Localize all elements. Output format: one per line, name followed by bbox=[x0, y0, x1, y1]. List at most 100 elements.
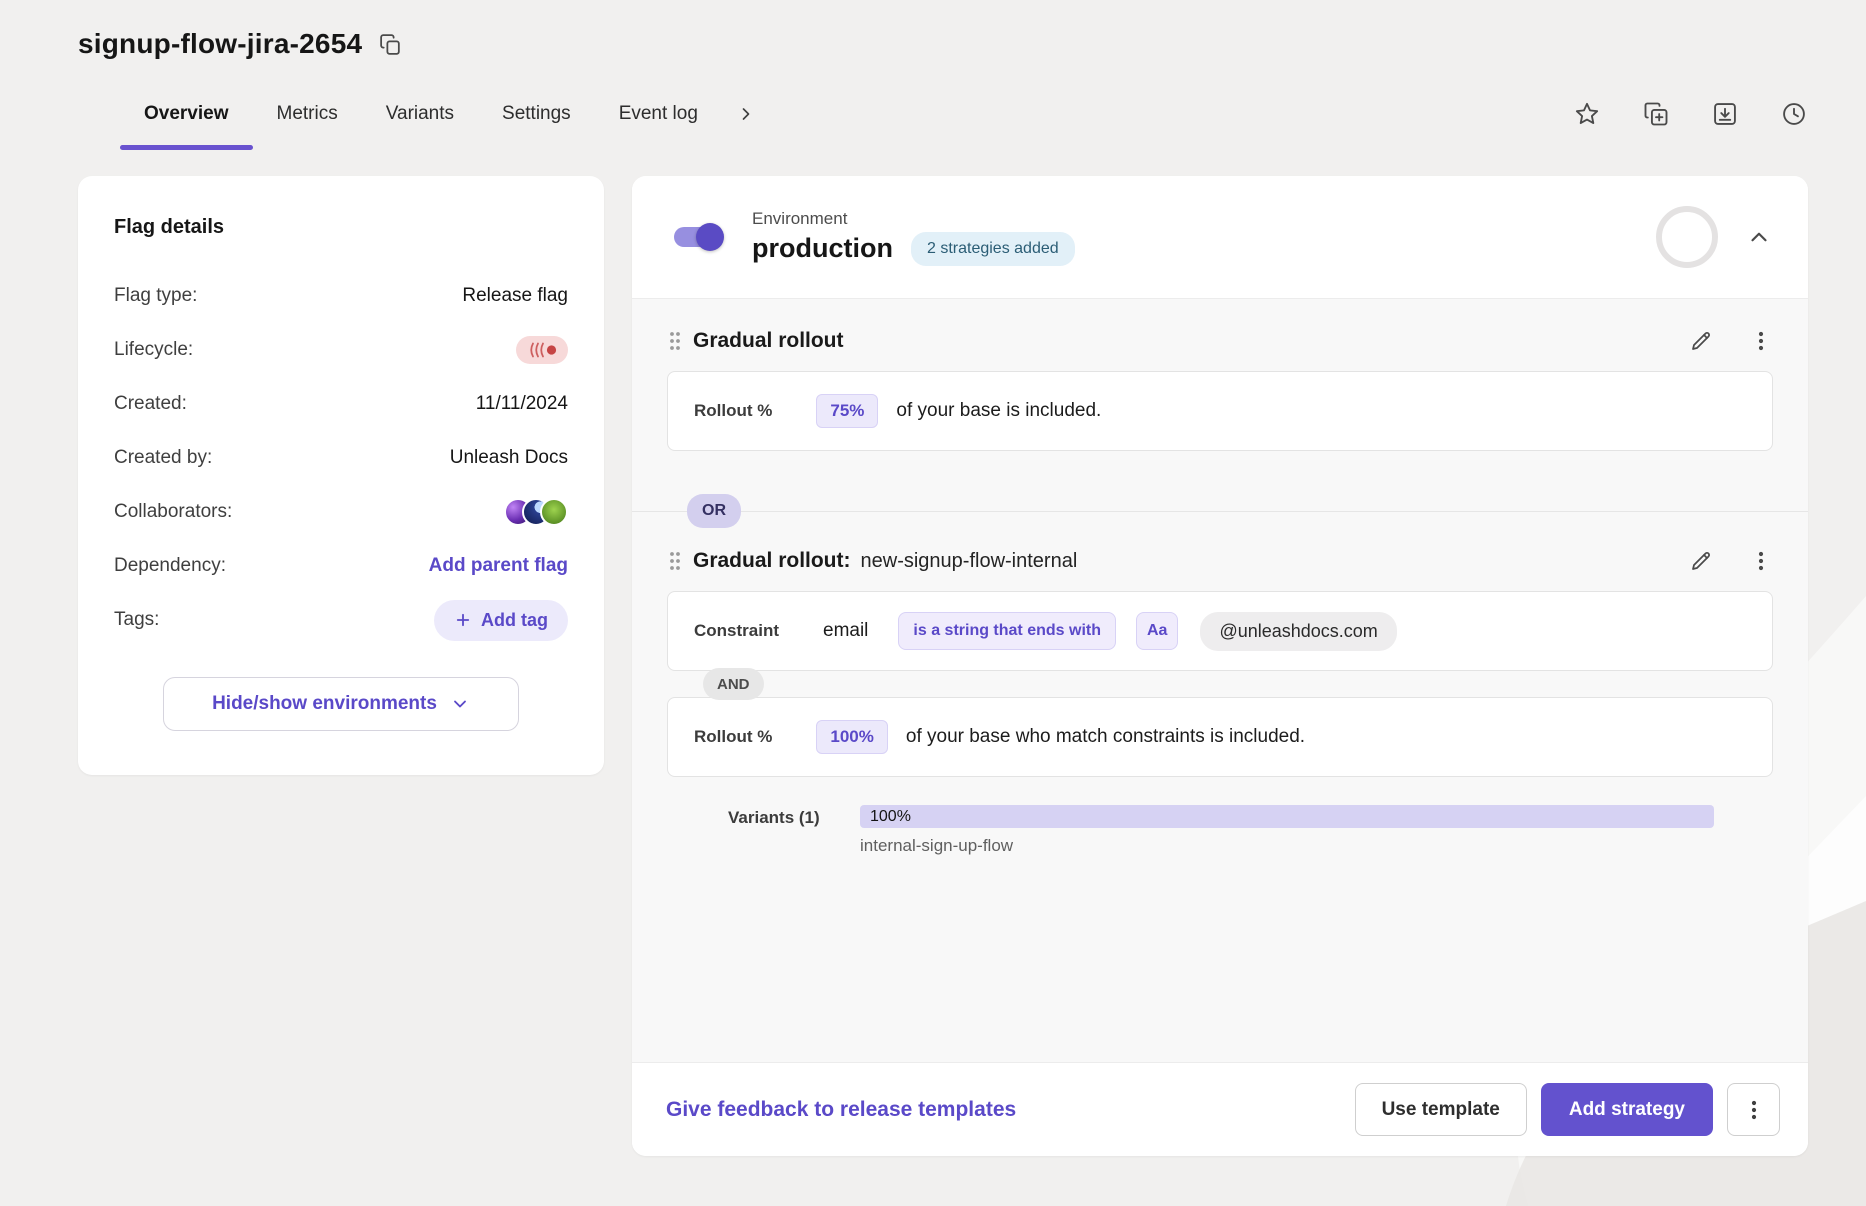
variants-bar-wrap: 100% internal-sign-up-flow bbox=[860, 805, 1714, 856]
case-sensitivity-badge: Aa bbox=[1136, 612, 1178, 650]
environment-header: Environment production 2 strategies adde… bbox=[632, 176, 1808, 299]
lifecycle-completed-badge[interactable] bbox=[516, 336, 568, 364]
metrics-ring bbox=[1656, 206, 1718, 268]
collaborators-label: Collaborators: bbox=[114, 501, 232, 523]
collaborator-avatar bbox=[540, 498, 568, 526]
rollout-description: of your base is included. bbox=[896, 400, 1101, 422]
chevron-up-icon bbox=[1746, 224, 1772, 250]
plus-icon bbox=[454, 611, 472, 629]
tabs-row: Overview Metrics Variants Settings Event… bbox=[78, 78, 1808, 150]
rollout-label: Rollout % bbox=[694, 401, 772, 421]
tab-label: Variants bbox=[386, 103, 454, 125]
lifecycle-icon bbox=[526, 340, 558, 360]
strategy-header: Gradual rollout bbox=[667, 325, 1773, 371]
environment-menu-kebab-button[interactable] bbox=[1727, 1083, 1780, 1136]
tab-overview[interactable]: Overview bbox=[120, 78, 253, 150]
tab-label: Metrics bbox=[277, 103, 338, 125]
add-tag-button[interactable]: Add tag bbox=[434, 600, 568, 641]
add-tag-label: Add tag bbox=[481, 610, 548, 631]
archive-icon[interactable] bbox=[1711, 100, 1739, 128]
tab-settings[interactable]: Settings bbox=[478, 78, 595, 150]
created-by-label: Created by: bbox=[114, 447, 212, 469]
edit-strategy-icon[interactable] bbox=[1689, 329, 1713, 353]
strategies-list: Gradual rollout Rollout % 75% bbox=[632, 299, 1808, 1062]
rollout-description: of your base who match constraints is in… bbox=[906, 726, 1305, 748]
constraint-label: Constraint bbox=[694, 621, 779, 641]
hide-show-environments-label: Hide/show environments bbox=[212, 693, 437, 715]
environment-toggle[interactable] bbox=[672, 222, 724, 252]
tab-label: Settings bbox=[502, 103, 571, 125]
rollout-box: Rollout % 75% of your base is included. bbox=[667, 371, 1773, 451]
created-value: 11/11/2024 bbox=[476, 393, 568, 415]
variant-name: internal-sign-up-flow bbox=[860, 836, 1714, 856]
copy-flag-name-icon[interactable] bbox=[378, 32, 403, 57]
constraint-box: Constraint email is a string that ends w… bbox=[667, 591, 1773, 671]
hide-show-environments-button[interactable]: Hide/show environments bbox=[163, 677, 519, 731]
variant-distribution-bar: 100% bbox=[860, 805, 1714, 828]
flag-overview-page: signup-flow-jira-2654 Overview Metrics V… bbox=[0, 0, 1866, 1156]
tab-event-log[interactable]: Event log bbox=[595, 78, 722, 150]
variants-label: Variants (1) bbox=[728, 805, 860, 856]
tags-row: Tags: Add tag bbox=[114, 593, 568, 647]
lifecycle-label: Lifecycle: bbox=[114, 339, 193, 361]
tabs-overflow-chevron-icon[interactable] bbox=[736, 104, 756, 124]
tab-label: Event log bbox=[619, 103, 698, 125]
strategy-title: Gradual rollout bbox=[693, 329, 844, 353]
tab-bar: Overview Metrics Variants Settings Event… bbox=[120, 78, 756, 150]
environment-card: Environment production 2 strategies adde… bbox=[632, 176, 1808, 1156]
dependency-row: Dependency: Add parent flag bbox=[114, 539, 568, 593]
strategy-menu-kebab-icon[interactable] bbox=[1749, 329, 1773, 353]
flag-details-heading: Flag details bbox=[114, 216, 568, 239]
constraint-operator-badge: is a string that ends with bbox=[898, 612, 1116, 650]
flag-type-value: Release flag bbox=[462, 285, 568, 307]
copy-flag-icon[interactable] bbox=[1642, 100, 1670, 128]
use-template-button[interactable]: Use template bbox=[1355, 1083, 1527, 1136]
strategy-gradual-rollout-internal: Gradual rollout: new-signup-flow-interna… bbox=[632, 545, 1808, 856]
page-title: signup-flow-jira-2654 bbox=[78, 28, 362, 60]
header-actions bbox=[1573, 100, 1808, 128]
flag-type-label: Flag type: bbox=[114, 285, 197, 307]
release-templates-feedback-link[interactable]: Give feedback to release templates bbox=[666, 1098, 1016, 1122]
created-row: Created: 11/11/2024 bbox=[114, 377, 568, 431]
add-strategy-button[interactable]: Add strategy bbox=[1541, 1083, 1713, 1136]
environment-title-block: Environment production 2 strategies adde… bbox=[752, 209, 1075, 266]
rollout-percentage-badge: 100% bbox=[816, 720, 887, 754]
kebab-icon bbox=[1742, 1098, 1766, 1122]
constraint-field: email bbox=[823, 620, 868, 642]
constraint-value-pill: @unleashdocs.com bbox=[1200, 612, 1396, 651]
strategy-header: Gradual rollout: new-signup-flow-interna… bbox=[667, 545, 1773, 591]
drag-handle-icon[interactable] bbox=[667, 550, 683, 572]
toggle-knob bbox=[696, 223, 724, 251]
rollout-label: Rollout % bbox=[694, 727, 772, 747]
or-badge: OR bbox=[687, 494, 741, 528]
created-by-row: Created by: Unleash Docs bbox=[114, 431, 568, 485]
strategies-count-badge: 2 strategies added bbox=[911, 232, 1075, 266]
environment-header-actions bbox=[1656, 206, 1772, 268]
collaborators-row: Collaborators: bbox=[114, 485, 568, 539]
history-clock-icon[interactable] bbox=[1780, 100, 1808, 128]
environment-name: production bbox=[752, 233, 893, 264]
environment-footer: Give feedback to release templates Use t… bbox=[632, 1062, 1808, 1156]
chevron-down-icon bbox=[450, 694, 470, 714]
footer-actions: Use template Add strategy bbox=[1355, 1083, 1780, 1136]
constraint-stack: Constraint email is a string that ends w… bbox=[667, 591, 1773, 777]
favorite-star-icon[interactable] bbox=[1573, 100, 1601, 128]
created-by-value: Unleash Docs bbox=[450, 447, 568, 469]
strategy-menu-kebab-icon[interactable] bbox=[1749, 549, 1773, 573]
drag-handle-icon[interactable] bbox=[667, 330, 683, 352]
tab-label: Overview bbox=[144, 103, 229, 125]
strategy-subtitle: new-signup-flow-internal bbox=[861, 550, 1078, 573]
collapse-environment-button[interactable] bbox=[1746, 224, 1772, 250]
flag-type-row: Flag type: Release flag bbox=[114, 269, 568, 323]
strategy-separator: OR bbox=[632, 477, 1808, 545]
created-label: Created: bbox=[114, 393, 187, 415]
tab-variants[interactable]: Variants bbox=[362, 78, 478, 150]
edit-strategy-icon[interactable] bbox=[1689, 549, 1713, 573]
page-header: signup-flow-jira-2654 bbox=[78, 28, 1808, 60]
and-badge: AND bbox=[703, 668, 764, 700]
add-parent-flag-link[interactable]: Add parent flag bbox=[429, 555, 568, 577]
collaborator-avatars bbox=[504, 498, 568, 526]
tags-label: Tags: bbox=[114, 609, 159, 631]
tab-metrics[interactable]: Metrics bbox=[253, 78, 362, 150]
lifecycle-row: Lifecycle: bbox=[114, 323, 568, 377]
